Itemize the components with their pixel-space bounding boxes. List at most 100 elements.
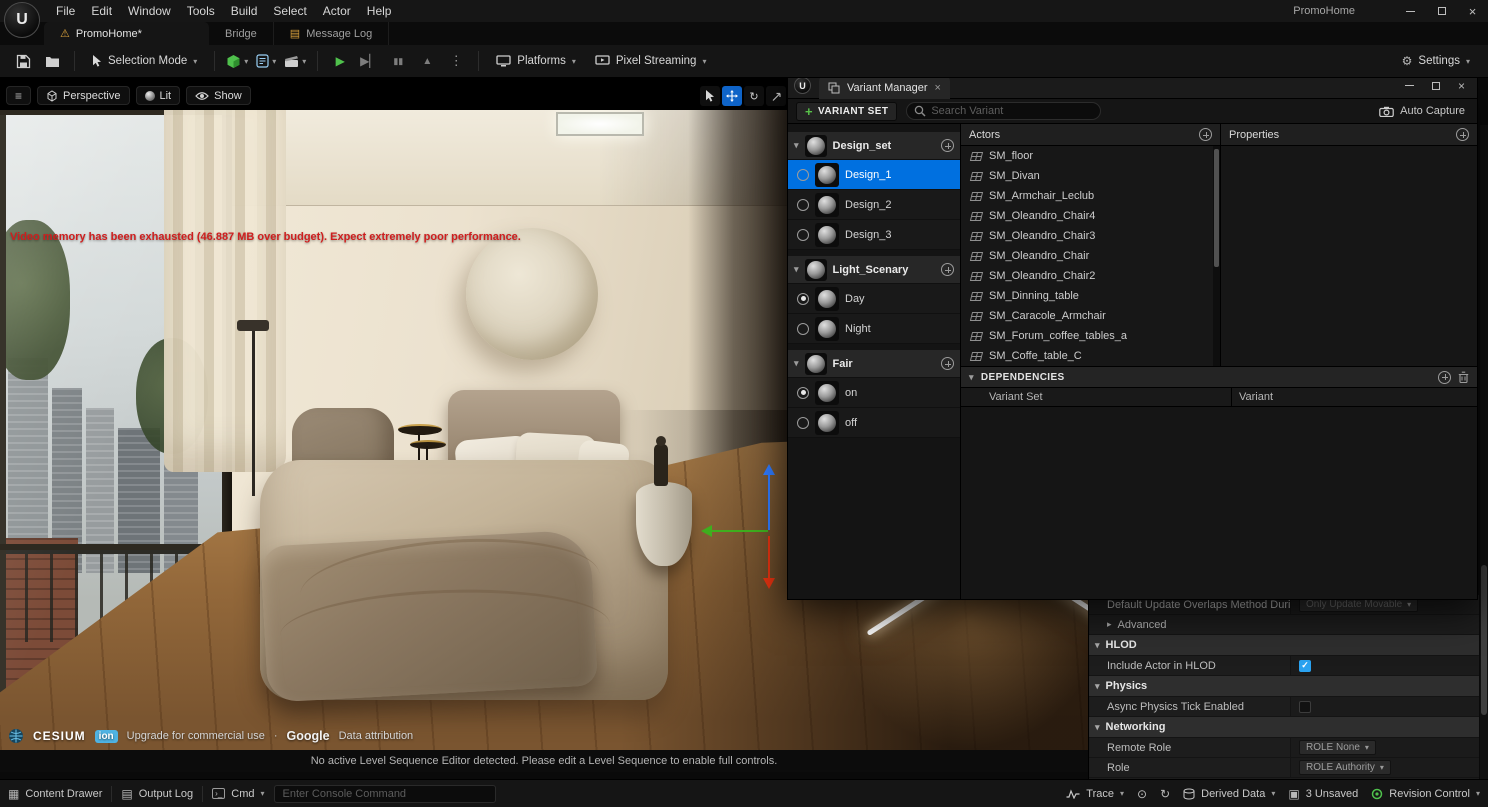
networking-category[interactable]: ▾ Networking [1089, 717, 1479, 738]
output-log-button[interactable]: ▤ Output Log [121, 787, 193, 801]
save-button[interactable] [10, 49, 36, 73]
sync-status-icon[interactable]: ↻ [1160, 787, 1170, 801]
add-actor-icon[interactable] [1199, 128, 1212, 141]
actor-row[interactable]: SM_Armchair_Leclub [961, 186, 1220, 206]
collapse-arrow-icon[interactable]: ▾ [794, 140, 799, 151]
tab-message-log[interactable]: ▤ Message Log [274, 22, 389, 45]
cesium-logo-text[interactable]: CESIUM [33, 729, 86, 743]
actor-row[interactable]: SM_Oleandro_Chair4 [961, 206, 1220, 226]
platforms-dropdown[interactable]: Platforms ▾ [488, 49, 584, 73]
menu-help[interactable]: Help [359, 1, 400, 21]
add-variant-icon[interactable] [941, 357, 954, 370]
derived-data-dropdown[interactable]: Derived Data ▾ [1183, 788, 1275, 800]
role-dropdown[interactable]: ROLE Authority▾ [1299, 760, 1391, 775]
gizmo-y-axis[interactable] [712, 530, 768, 532]
menu-tools[interactable]: Tools [179, 1, 223, 21]
data-attribution-link[interactable]: Data attribution [339, 730, 414, 742]
variant-set-fair[interactable]: ▾ Fair [788, 350, 960, 378]
cmd-dropdown[interactable]: ›_ Cmd ▾ [212, 788, 264, 800]
gizmo-y-arrowhead[interactable] [701, 525, 712, 537]
dependencies-header[interactable]: ▾ DEPENDENCIES [961, 367, 1477, 387]
actor-row[interactable]: SM_Coffe_table_C [961, 346, 1220, 366]
console-command-input[interactable] [274, 785, 496, 803]
tab-bridge[interactable]: Bridge [209, 22, 274, 45]
scrollbar-thumb[interactable] [1214, 149, 1219, 267]
add-actor-button[interactable]: ▾ [224, 49, 250, 73]
close-tab-icon[interactable]: × [935, 82, 941, 94]
trace-dropdown[interactable]: Trace ▾ [1066, 788, 1124, 800]
settings-dropdown[interactable]: ⚙ Settings ▾ [1394, 49, 1478, 73]
add-variant-icon[interactable] [941, 139, 954, 152]
viewport-options-button[interactable]: ≡ [6, 86, 31, 105]
variant-on[interactable]: on [788, 378, 960, 408]
unsaved-button[interactable]: ▣ 3 Unsaved [1288, 787, 1358, 801]
scale-tool-button[interactable] [766, 86, 786, 106]
menu-build[interactable]: Build [223, 1, 266, 21]
actor-row[interactable]: SM_Forum_coffee_tables_a [961, 326, 1220, 346]
actor-row[interactable]: SM_Caracole_Armchair [961, 306, 1220, 326]
close-button[interactable]: × [1457, 0, 1488, 22]
select-tool-button[interactable] [700, 86, 720, 106]
actors-scrollbar[interactable] [1213, 146, 1220, 366]
menu-select[interactable]: Select [265, 1, 314, 21]
unreal-logo[interactable]: U [4, 2, 40, 38]
variant-off[interactable]: off [788, 408, 960, 438]
eject-button[interactable]: ▲ [414, 49, 440, 73]
perspective-button[interactable]: Perspective [37, 86, 129, 105]
cesium-ion-badge[interactable]: ion [95, 730, 118, 743]
close-window-button[interactable]: × [1458, 79, 1465, 93]
variant-design-3[interactable]: Design_3 [788, 220, 960, 250]
add-variant-icon[interactable] [941, 263, 954, 276]
trash-icon[interactable] [1458, 371, 1469, 383]
add-dependency-icon[interactable] [1438, 371, 1451, 384]
maximize-button[interactable] [1426, 0, 1457, 22]
variant-radio[interactable] [797, 387, 809, 399]
actor-row[interactable]: SM_floor [961, 146, 1220, 166]
play-options-kebab[interactable]: ⋮ [443, 49, 469, 73]
move-tool-button[interactable] [722, 86, 742, 106]
variant-radio[interactable] [797, 417, 809, 429]
tab-promohome[interactable]: ⚠ PromoHome* [44, 22, 209, 45]
actor-row[interactable]: SM_Oleandro_Chair2 [961, 266, 1220, 286]
play-button[interactable]: ▶ [327, 49, 353, 73]
target-status-icon[interactable]: ⊙ [1137, 787, 1147, 801]
physics-category[interactable]: ▾ Physics [1089, 676, 1479, 697]
skip-frame-button[interactable]: ▶▏ [356, 49, 382, 73]
revision-control-dropdown[interactable]: Revision Control ▾ [1371, 788, 1480, 800]
variant-search-input[interactable] [931, 105, 1093, 117]
lit-mode-button[interactable]: Lit [136, 86, 181, 105]
add-property-icon[interactable] [1456, 128, 1469, 141]
gizmo-z-axis[interactable] [768, 474, 770, 530]
upgrade-link[interactable]: Upgrade for commercial use [127, 730, 265, 742]
collapse-arrow-icon[interactable]: ▾ [794, 264, 799, 275]
add-variant-set-button[interactable]: + VARIANT SET [796, 102, 897, 121]
content-drawer-button[interactable]: ▦ Content Drawer [8, 787, 102, 801]
advanced-expander[interactable]: ▸ Advanced [1089, 615, 1479, 635]
variant-manager-tab[interactable]: Variant Manager × [819, 77, 950, 99]
gizmo-z-arrowhead[interactable] [763, 464, 775, 475]
blueprints-button[interactable]: ▾ [253, 49, 279, 73]
auto-capture-toggle[interactable]: Auto Capture [1379, 105, 1469, 117]
variant-day[interactable]: Day [788, 284, 960, 314]
variant-radio[interactable] [797, 169, 809, 181]
minimize-button[interactable] [1395, 0, 1426, 22]
variant-radio[interactable] [797, 323, 809, 335]
async-physics-checkbox[interactable] [1299, 701, 1311, 713]
rotate-tool-button[interactable]: ↻ [744, 86, 764, 106]
pixel-streaming-dropdown[interactable]: Pixel Streaming ▾ [587, 49, 715, 73]
browse-content-button[interactable] [39, 49, 65, 73]
actor-row[interactable]: SM_Divan [961, 166, 1220, 186]
menu-file[interactable]: File [48, 1, 83, 21]
selection-mode-dropdown[interactable]: Selection Mode ▾ [84, 49, 205, 73]
variant-radio[interactable] [797, 229, 809, 241]
gizmo-x-arrowhead[interactable] [763, 578, 775, 589]
remote-role-dropdown[interactable]: ROLE None▾ [1299, 740, 1376, 755]
show-flags-button[interactable]: Show [186, 86, 251, 105]
variant-set-design[interactable]: ▾ Design_set [788, 132, 960, 160]
gizmo-x-axis[interactable] [768, 536, 770, 578]
hlod-category[interactable]: ▾ HLOD [1089, 635, 1479, 656]
actor-row[interactable]: SM_Dinning_table [961, 286, 1220, 306]
collapse-arrow-icon[interactable]: ▾ [794, 358, 799, 369]
menu-window[interactable]: Window [120, 1, 179, 21]
variant-search-field[interactable] [906, 102, 1101, 120]
